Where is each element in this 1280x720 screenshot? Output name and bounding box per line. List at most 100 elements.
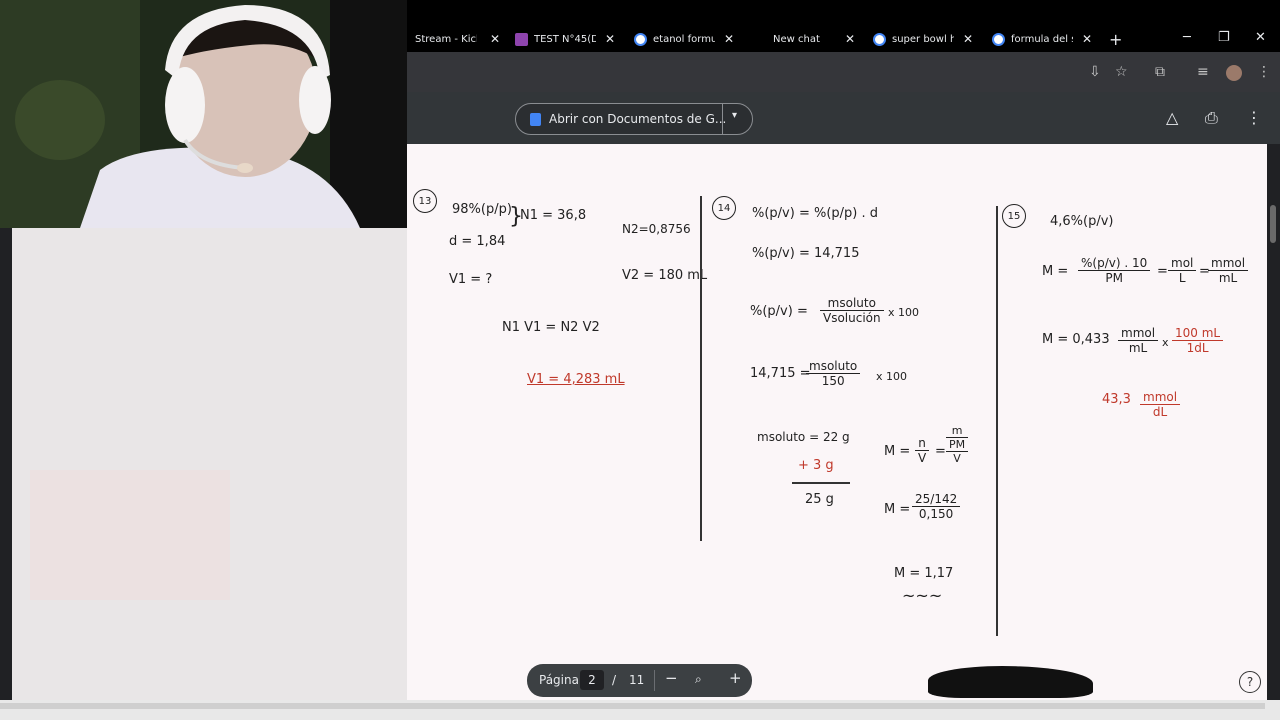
denominator: 150 bbox=[821, 374, 845, 388]
note-text: %(p/v) = bbox=[750, 304, 808, 319]
zoom-in-button[interactable]: + bbox=[729, 669, 742, 687]
column-divider bbox=[700, 196, 702, 541]
fraction: mmol dL bbox=[1140, 390, 1181, 419]
zoom-icon[interactable]: ⌕ bbox=[695, 672, 702, 687]
tab-title: TEST N°45(Dis bbox=[534, 33, 596, 45]
profile-icon[interactable] bbox=[1226, 65, 1242, 81]
divider bbox=[722, 104, 723, 134]
problem-number: 13 bbox=[413, 189, 437, 213]
tab-super-bowl[interactable]: super bowl ho ✕ bbox=[873, 28, 973, 50]
tab-formula[interactable]: formula del su ✕ bbox=[992, 28, 1092, 50]
note-text: + 3 g bbox=[798, 458, 834, 473]
note-text: M = 0,433 bbox=[1042, 332, 1110, 347]
page-number-input[interactable]: 2 bbox=[580, 670, 604, 690]
tab-title: New chat bbox=[773, 33, 820, 45]
note-result: M = 1,17 bbox=[894, 566, 954, 581]
numerator: msoluto bbox=[809, 359, 858, 373]
fraction: mmol mL bbox=[1118, 326, 1159, 355]
tab-stream-kick[interactable]: Stream - Kick I ✕ bbox=[415, 28, 500, 50]
open-with-docs-button[interactable]: Abrir con Documentos de G... ▾ bbox=[515, 103, 753, 135]
maximize-button[interactable]: ❐ bbox=[1218, 30, 1230, 45]
install-icon[interactable]: ⇩ bbox=[1089, 64, 1101, 80]
print-icon[interactable]: ⎙ bbox=[1205, 108, 1218, 128]
note-text: x 100 bbox=[888, 306, 920, 319]
chevron-down-icon[interactable]: ▾ bbox=[732, 110, 737, 121]
new-tab-button[interactable]: + bbox=[1109, 30, 1122, 49]
fraction: 100 mL 1dL bbox=[1172, 326, 1224, 355]
denominator: V bbox=[918, 451, 927, 465]
close-icon[interactable]: ✕ bbox=[1082, 32, 1092, 46]
problem-number: 15 bbox=[1002, 204, 1026, 228]
numerator: mmol bbox=[1143, 390, 1178, 404]
fraction: mmol mL bbox=[1208, 256, 1249, 285]
webcam-image bbox=[0, 0, 407, 228]
page-separator: / bbox=[612, 673, 617, 687]
close-icon[interactable]: ✕ bbox=[724, 32, 734, 46]
denominator: Vsolución bbox=[823, 311, 881, 325]
add-to-drive-icon[interactable]: △ bbox=[1166, 108, 1178, 127]
media-icon[interactable]: ≡ bbox=[1197, 64, 1209, 80]
numerator: 25/142 bbox=[915, 492, 958, 506]
note-text: 4,6%(p/v) bbox=[1050, 214, 1114, 229]
note-text: msoluto = 22 g bbox=[757, 430, 850, 444]
note-text: 14,715 = bbox=[750, 366, 811, 381]
google-icon bbox=[873, 32, 886, 46]
denominator: dL bbox=[1152, 405, 1168, 419]
overlay-region bbox=[30, 470, 230, 600]
zoom-out-button[interactable]: − bbox=[665, 669, 678, 687]
note-text: %(p/v) = 14,715 bbox=[752, 246, 860, 261]
tab-etanol[interactable]: etanol formula ✕ bbox=[634, 28, 734, 50]
denominator: PM bbox=[1105, 271, 1123, 285]
numerator: %(p/v) . 10 bbox=[1081, 256, 1148, 270]
numerator: mol bbox=[1171, 256, 1194, 270]
horizontal-scrollbar[interactable] bbox=[0, 703, 1265, 709]
tab-test[interactable]: TEST N°45(Dis ✕ bbox=[515, 28, 615, 50]
pointer-shape bbox=[928, 666, 1093, 698]
menu-icon[interactable]: ⋮ bbox=[1257, 64, 1271, 80]
overlay-region bbox=[12, 228, 407, 700]
equals: = bbox=[1157, 264, 1168, 279]
minimize-button[interactable]: ─ bbox=[1183, 30, 1191, 45]
numerator: mmol bbox=[1121, 326, 1156, 340]
page-navigation: Página 2 / 11 − ⌕ + bbox=[527, 664, 752, 697]
vertical-scrollbar[interactable] bbox=[1270, 205, 1276, 243]
close-icon[interactable]: ✕ bbox=[963, 32, 973, 46]
more-vert-icon[interactable]: ⋮ bbox=[1246, 108, 1262, 127]
fraction: msoluto Vsolución bbox=[820, 296, 884, 325]
tab-new-chat[interactable]: New chat ✕ bbox=[773, 28, 855, 50]
note-text: N1 V1 = N2 V2 bbox=[502, 320, 600, 335]
star-icon[interactable]: ☆ bbox=[1115, 64, 1128, 80]
close-icon[interactable]: ✕ bbox=[605, 32, 615, 46]
note-text: V2 = 180 mL bbox=[622, 268, 708, 283]
numerator: msoluto bbox=[827, 296, 876, 310]
note-result: V1 = 4,283 mL bbox=[527, 372, 625, 387]
page-total: 11 bbox=[629, 673, 645, 687]
close-icon[interactable]: ✕ bbox=[845, 32, 855, 46]
fraction: mol L bbox=[1168, 256, 1197, 285]
help-button[interactable]: ? bbox=[1239, 671, 1261, 693]
google-icon bbox=[992, 32, 1005, 46]
tab-title: Stream - Kick I bbox=[415, 33, 477, 45]
tab-title: etanol formula bbox=[653, 33, 715, 45]
webcam-overlay bbox=[0, 0, 407, 228]
note-text: x 100 bbox=[876, 370, 908, 383]
note-text: M = bbox=[884, 444, 911, 459]
divider bbox=[654, 670, 655, 691]
sum-line bbox=[792, 482, 850, 484]
denominator: mL bbox=[1128, 341, 1148, 355]
equals: = bbox=[935, 444, 946, 459]
numerator: n bbox=[918, 436, 926, 450]
open-with-label: Abrir con Documentos de G... bbox=[549, 112, 727, 126]
tab-title: formula del su bbox=[1011, 33, 1073, 45]
numerator: PM bbox=[949, 438, 966, 451]
close-icon[interactable]: ✕ bbox=[490, 32, 500, 46]
underline-squiggle: ~~~ bbox=[902, 586, 943, 605]
note-text: 98%(p/p) bbox=[452, 202, 512, 217]
note-text: N2=0,8756 bbox=[622, 222, 691, 236]
extensions-icon[interactable]: ⧉ bbox=[1155, 64, 1165, 80]
fraction: m PM V bbox=[946, 424, 969, 465]
column-divider bbox=[996, 206, 998, 636]
denominator: 1dL bbox=[1186, 341, 1209, 355]
close-window-button[interactable]: ✕ bbox=[1255, 30, 1266, 45]
note-text: x bbox=[1162, 336, 1169, 349]
